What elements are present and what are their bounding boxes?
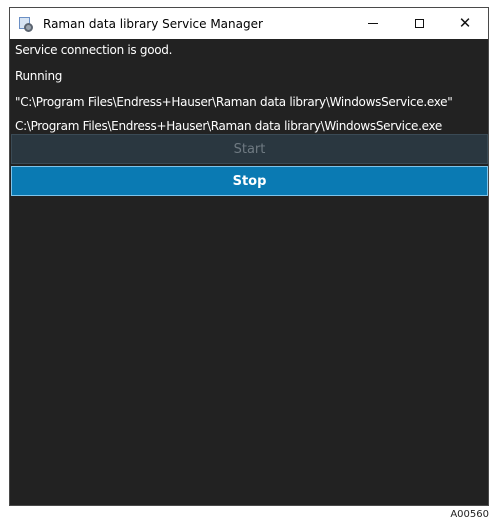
service-state-text: Running [15,69,63,83]
title-bar[interactable]: Raman data library Service Manager ✕ [10,8,488,39]
main-content: Service connection is good. Running "C:\… [10,39,488,505]
start-button[interactable]: Start [11,134,488,164]
figure-label: A00560 [450,509,489,520]
service-command-path: "C:\Program Files\Endress+Hauser\Raman d… [15,95,453,109]
service-manager-window: Raman data library Service Manager ✕ Ser… [9,7,489,506]
minimize-icon [368,23,378,24]
maximize-button[interactable] [396,8,442,39]
maximize-icon [414,19,424,28]
window-controls: ✕ [350,8,488,39]
connection-status-text: Service connection is good. [15,43,173,57]
minimize-button[interactable] [350,8,396,39]
service-exe-path: C:\Program Files\Endress+Hauser\Raman da… [15,119,442,133]
app-service-icon [18,16,34,32]
stop-button[interactable]: Stop [11,166,488,196]
close-button[interactable]: ✕ [442,8,488,39]
window-title: Raman data library Service Manager [43,16,263,31]
close-icon: ✕ [458,14,472,32]
